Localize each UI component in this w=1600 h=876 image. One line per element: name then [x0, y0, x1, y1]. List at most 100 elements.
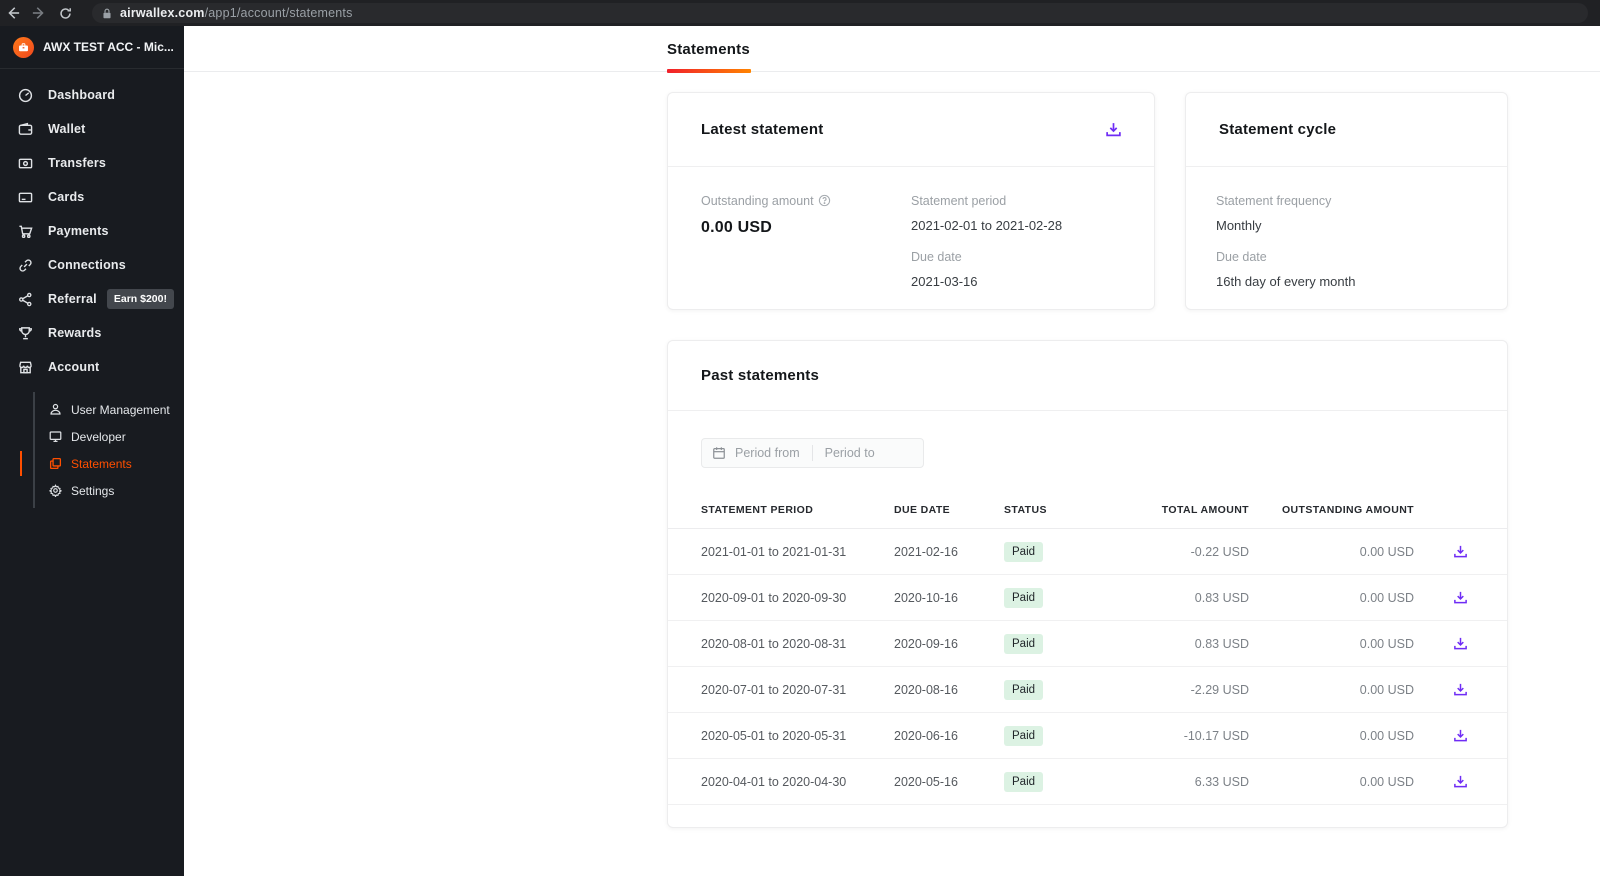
download-icon [1454, 729, 1467, 742]
active-tab-underline [667, 69, 751, 73]
status-badge: Paid [1004, 679, 1044, 700]
cell-total-amount: -10.17 USD [1183, 728, 1249, 743]
page-title: Statements [667, 40, 750, 58]
page-header: Statements [184, 26, 1600, 73]
period-range-picker[interactable]: Period from Period to [701, 438, 924, 468]
sidebar-item-settings[interactable]: Settings [35, 477, 184, 504]
referral-earn-badge[interactable]: Earn $200! [106, 289, 174, 309]
cell-total-amount: -2.29 USD [1190, 682, 1249, 697]
row-download-button[interactable] [1453, 728, 1468, 743]
download-icon [1454, 775, 1467, 788]
latest-statement-title: Latest statement [701, 121, 824, 138]
sidebar-item-label: Dashboard [48, 88, 116, 102]
cell-total-amount: 0.83 USD [1194, 590, 1249, 605]
help-icon[interactable] [818, 194, 831, 207]
browser-reload-button[interactable] [52, 0, 78, 26]
briefcase-icon [19, 42, 28, 51]
table-row: 2020-07-01 to 2020-07-31 2020-08-16 Paid… [668, 667, 1507, 713]
statement-frequency-label: Statement frequency [1216, 194, 1332, 208]
sidebar-item-label: Referral [48, 292, 97, 306]
row-download-button[interactable] [1453, 544, 1468, 559]
cell-outstanding-amount: 0.00 USD [1359, 590, 1414, 605]
table-row: 2020-04-01 to 2020-04-30 2020-05-16 Paid… [668, 759, 1507, 805]
period-from-input[interactable]: Period from [735, 446, 800, 460]
gear-icon [48, 484, 62, 498]
table-row: 2020-05-01 to 2020-05-31 2020-06-16 Paid… [668, 713, 1507, 759]
status-badge: Paid [1004, 771, 1044, 792]
status-badge: Paid [1004, 541, 1044, 562]
sidebar-item-label: Rewards [48, 326, 102, 340]
account-submenu: User Management Developer Statements Set… [20, 392, 184, 508]
back-arrow-icon [8, 7, 20, 19]
download-icon [1106, 123, 1121, 137]
row-download-button[interactable] [1453, 682, 1468, 697]
sidebar-item-transfers[interactable]: Transfers [0, 146, 184, 180]
cell-statement-period: 2020-08-01 to 2020-08-31 [701, 636, 847, 651]
col-due-date: DUE DATE [894, 503, 951, 516]
lock-icon [102, 8, 112, 19]
calendar-icon [712, 446, 726, 460]
main-content: Statements Latest statement Outstanding … [184, 26, 1600, 876]
cell-due-date: 2020-05-16 [894, 774, 958, 789]
url-path: /app1/account/statements [204, 6, 353, 20]
share-icon [17, 291, 33, 307]
status-badge: Paid [1004, 633, 1044, 654]
sidebar-item-label: Developer [71, 429, 126, 444]
forward-arrow-icon [32, 7, 44, 19]
sidebar-item-payments[interactable]: Payments [0, 214, 184, 248]
cell-due-date: 2020-10-16 [894, 590, 958, 605]
sidebar-item-connections[interactable]: Connections [0, 248, 184, 282]
sidebar-item-cards[interactable]: Cards [0, 180, 184, 214]
cell-outstanding-amount: 0.00 USD [1359, 682, 1414, 697]
period-to-input[interactable]: Period to [825, 446, 875, 460]
browser-toolbar: airwallex.com/app1/account/statements [0, 0, 1600, 26]
latest-statement-download-button[interactable] [1105, 121, 1122, 138]
cell-statement-period: 2020-07-01 to 2020-07-31 [701, 682, 847, 697]
cell-statement-period: 2020-09-01 to 2020-09-30 [701, 590, 847, 605]
browser-forward-button[interactable] [26, 0, 52, 26]
past-statements-table: STATEMENT PERIOD DUE DATE STATUS TOTAL A… [668, 491, 1507, 805]
due-date-value: 2021-03-16 [911, 274, 978, 289]
due-date-label: Due date [911, 250, 962, 264]
row-download-button[interactable] [1453, 636, 1468, 651]
sidebar-item-statements[interactable]: Statements [20, 450, 184, 477]
address-bar[interactable]: airwallex.com/app1/account/statements [92, 3, 1588, 23]
account-avatar [13, 36, 34, 58]
row-download-button[interactable] [1453, 774, 1468, 789]
sidebar-item-label: Transfers [48, 156, 107, 170]
filter-row: Period from Period to [701, 438, 1507, 468]
sidebar-item-rewards[interactable]: Rewards [0, 316, 184, 350]
monitor-icon [48, 430, 62, 444]
statements-pages-icon [48, 457, 62, 471]
statement-period-value: 2021-02-01 to 2021-02-28 [911, 218, 1063, 233]
sidebar-item-label: Statements [71, 456, 132, 471]
download-icon [1454, 591, 1467, 604]
col-status: STATUS [1004, 503, 1047, 516]
cell-total-amount: 0.83 USD [1194, 636, 1249, 651]
row-download-button[interactable] [1453, 590, 1468, 605]
cell-due-date: 2021-02-16 [894, 544, 958, 559]
sidebar-item-user-management[interactable]: User Management [35, 396, 184, 423]
sidebar-item-wallet[interactable]: Wallet [0, 112, 184, 146]
table-header-row: STATEMENT PERIOD DUE DATE STATUS TOTAL A… [668, 491, 1507, 529]
account-switcher[interactable]: AWX TEST ACC - Mic... [0, 26, 184, 69]
wallet-icon [17, 121, 33, 137]
table-row: 2020-08-01 to 2020-08-31 2020-09-16 Paid… [668, 621, 1507, 667]
dashboard-icon [17, 87, 33, 103]
col-outstanding-amount: OUTSTANDING AMOUNT [1281, 503, 1414, 516]
sidebar-item-label: User Management [71, 402, 170, 417]
outstanding-amount-label: Outstanding amount [701, 194, 814, 208]
cell-due-date: 2020-09-16 [894, 636, 958, 651]
browser-back-button[interactable] [0, 0, 26, 26]
credit-card-icon [17, 189, 33, 205]
sidebar-item-developer[interactable]: Developer [35, 423, 184, 450]
tab-statements[interactable]: Statements [667, 26, 750, 72]
storefront-icon [17, 359, 33, 375]
sidebar-item-account[interactable]: Account [0, 350, 184, 384]
past-statements-card: Past statements Period from Period to ST… [667, 340, 1508, 828]
sidebar-item-referral[interactable]: Referral Earn $200! [0, 282, 184, 316]
cycle-due-date-label: Due date [1216, 250, 1267, 264]
sidebar-item-dashboard[interactable]: Dashboard [0, 78, 184, 112]
cell-outstanding-amount: 0.00 USD [1359, 636, 1414, 651]
cell-due-date: 2020-06-16 [894, 728, 958, 743]
